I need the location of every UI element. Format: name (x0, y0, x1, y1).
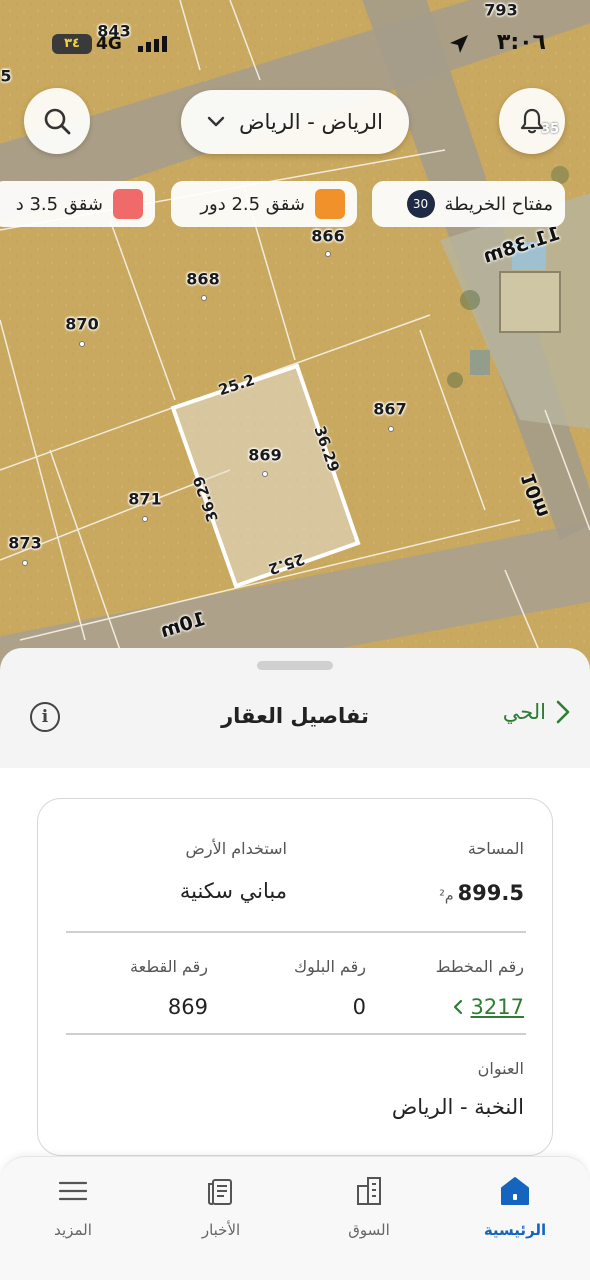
map-key-badge: 30 (406, 190, 435, 218)
address-label: العنوان (477, 1059, 524, 1078)
city-selector-label: الرياض - الرياض (239, 110, 383, 134)
plot-marker-868 (201, 295, 207, 301)
plot-marker-867 (388, 426, 394, 432)
nav-home-label: الرئيسية (483, 1221, 547, 1239)
nav-more-label: المزيد (54, 1221, 92, 1239)
city-selector[interactable]: الرياض - الرياض (181, 90, 409, 154)
status-time: ٣:٠٦ (496, 30, 546, 55)
block-number-value: 0 (352, 995, 366, 1019)
plot-number-value: 869 (167, 995, 208, 1019)
map-key-label: مفتاح الخريطة (444, 193, 553, 215)
divider (66, 1033, 526, 1035)
divider (66, 931, 526, 933)
nav-market[interactable]: السوق (314, 1157, 424, 1257)
plan-number-label: رقم المخطط (435, 957, 524, 976)
nav-more[interactable]: المزيد (18, 1157, 128, 1257)
plot-label-869[interactable]: 869 (248, 446, 281, 465)
area-label: المساحة (467, 839, 524, 858)
plan-number-value: 3217 (470, 995, 524, 1019)
battery-indicator: ٣٤ (52, 34, 92, 54)
area-unit: م² (439, 888, 454, 904)
search-button[interactable] (24, 88, 90, 154)
plot-label-871[interactable]: 871 (128, 490, 161, 509)
chevron-left-icon (453, 999, 462, 1015)
plot-label-873[interactable]: 873 (8, 534, 41, 553)
news-icon (201, 1171, 241, 1211)
legend-swatch (113, 189, 143, 219)
status-bar: ٣٤ 4G ٣:٠٦ (0, 24, 590, 64)
legend-swatch (315, 189, 345, 219)
block-number-label: رقم البلوك (293, 957, 366, 976)
sheet-header: الحي تفاصيل العقار i (0, 678, 590, 758)
nav-home[interactable]: الرئيسية (460, 1157, 570, 1257)
notification-count: 35 (541, 122, 560, 137)
nav-news[interactable]: الأخبار (166, 1157, 276, 1257)
property-card: المساحة م² 899.5 استخدام الأرض مباني سكن… (37, 798, 553, 1156)
plot-marker-871 (142, 516, 148, 522)
area-number: 899.5 (457, 881, 524, 905)
plot-number-label: رقم القطعة (130, 957, 208, 976)
legend-label: شقق 2.5 دور (200, 193, 305, 215)
nav-market-label: السوق (348, 1221, 390, 1239)
menu-icon (53, 1171, 93, 1211)
search-icon (44, 108, 71, 135)
area-value: م² 899.5 (439, 881, 524, 905)
sheet-title: تفاصيل العقار (221, 704, 369, 728)
plan-number-link[interactable]: 3217 (453, 995, 524, 1019)
notifications-button[interactable] (499, 88, 565, 154)
plot-label-866[interactable]: 866 (311, 227, 344, 246)
plot-marker-873 (22, 560, 28, 566)
map-key-button[interactable]: مفتاح الخريطة 30 (372, 181, 565, 227)
signal-strength-icon (138, 36, 167, 52)
legend-label: شقق 3.5 د (15, 193, 103, 215)
sheet-drag-handle[interactable] (257, 661, 333, 670)
nav-news-label: الأخبار (201, 1221, 241, 1239)
plot-marker-866 (325, 251, 331, 257)
legend-chip-apartments-2-5[interactable]: شقق 2.5 دور (171, 181, 357, 227)
plot-label-867[interactable]: 867 (373, 400, 406, 419)
land-use-label: استخدام الأرض (185, 839, 287, 858)
buildings-icon (349, 1171, 389, 1211)
address-value: النخبة - الرياض (391, 1095, 524, 1119)
plot-label-870[interactable]: 870 (65, 315, 98, 334)
plot-marker-869 (262, 471, 268, 477)
plot-label-fragment: 5 (0, 66, 12, 86)
land-use-value: مباني سكنية (179, 879, 287, 903)
network-type: 4G (96, 34, 122, 54)
chevron-down-icon (207, 116, 225, 127)
bottom-navigation: الرئيسية السوق الأخبار المزيد (0, 1156, 590, 1280)
location-arrow-icon (450, 35, 468, 53)
map-view[interactable]: 793 843 866 868 870 869 867 871 873 5 25… (0, 0, 590, 700)
plot-marker-870 (79, 341, 85, 347)
plot-label-868[interactable]: 868 (186, 270, 219, 289)
info-icon[interactable]: i (30, 702, 60, 732)
home-icon (495, 1171, 535, 1211)
plot-label-793[interactable]: 793 (484, 1, 517, 20)
legend-chip-apartments-3-5[interactable]: شقق 3.5 د (0, 181, 155, 227)
